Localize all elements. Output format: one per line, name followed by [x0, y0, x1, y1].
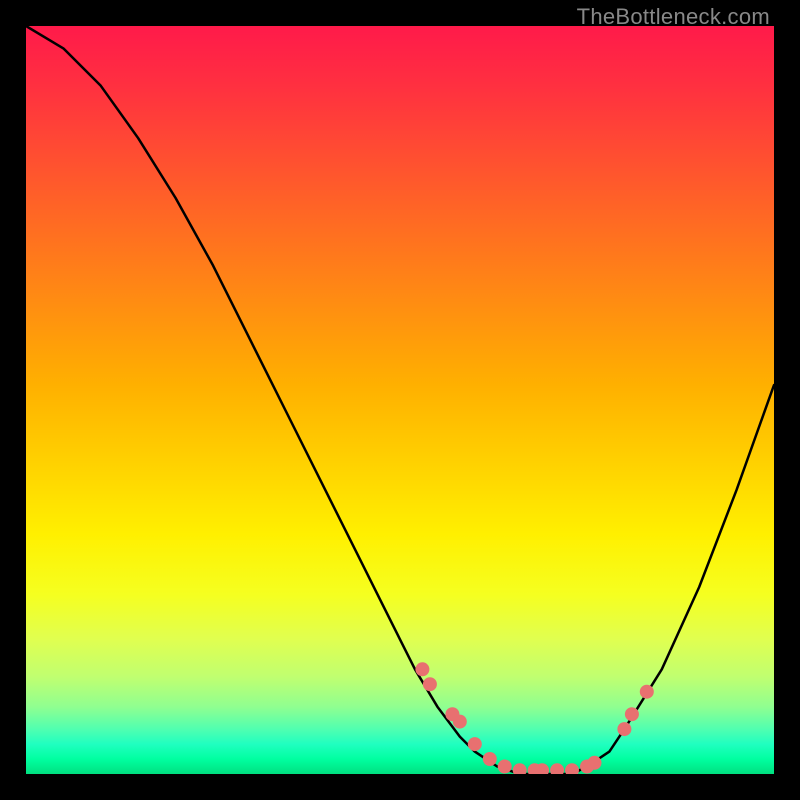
watermark-text: TheBottleneck.com: [577, 4, 770, 30]
bottleneck-curve: [26, 26, 774, 774]
scatter-dots: [415, 662, 653, 774]
bottleneck-chart: [26, 26, 774, 774]
curve-overlay: [26, 26, 774, 774]
